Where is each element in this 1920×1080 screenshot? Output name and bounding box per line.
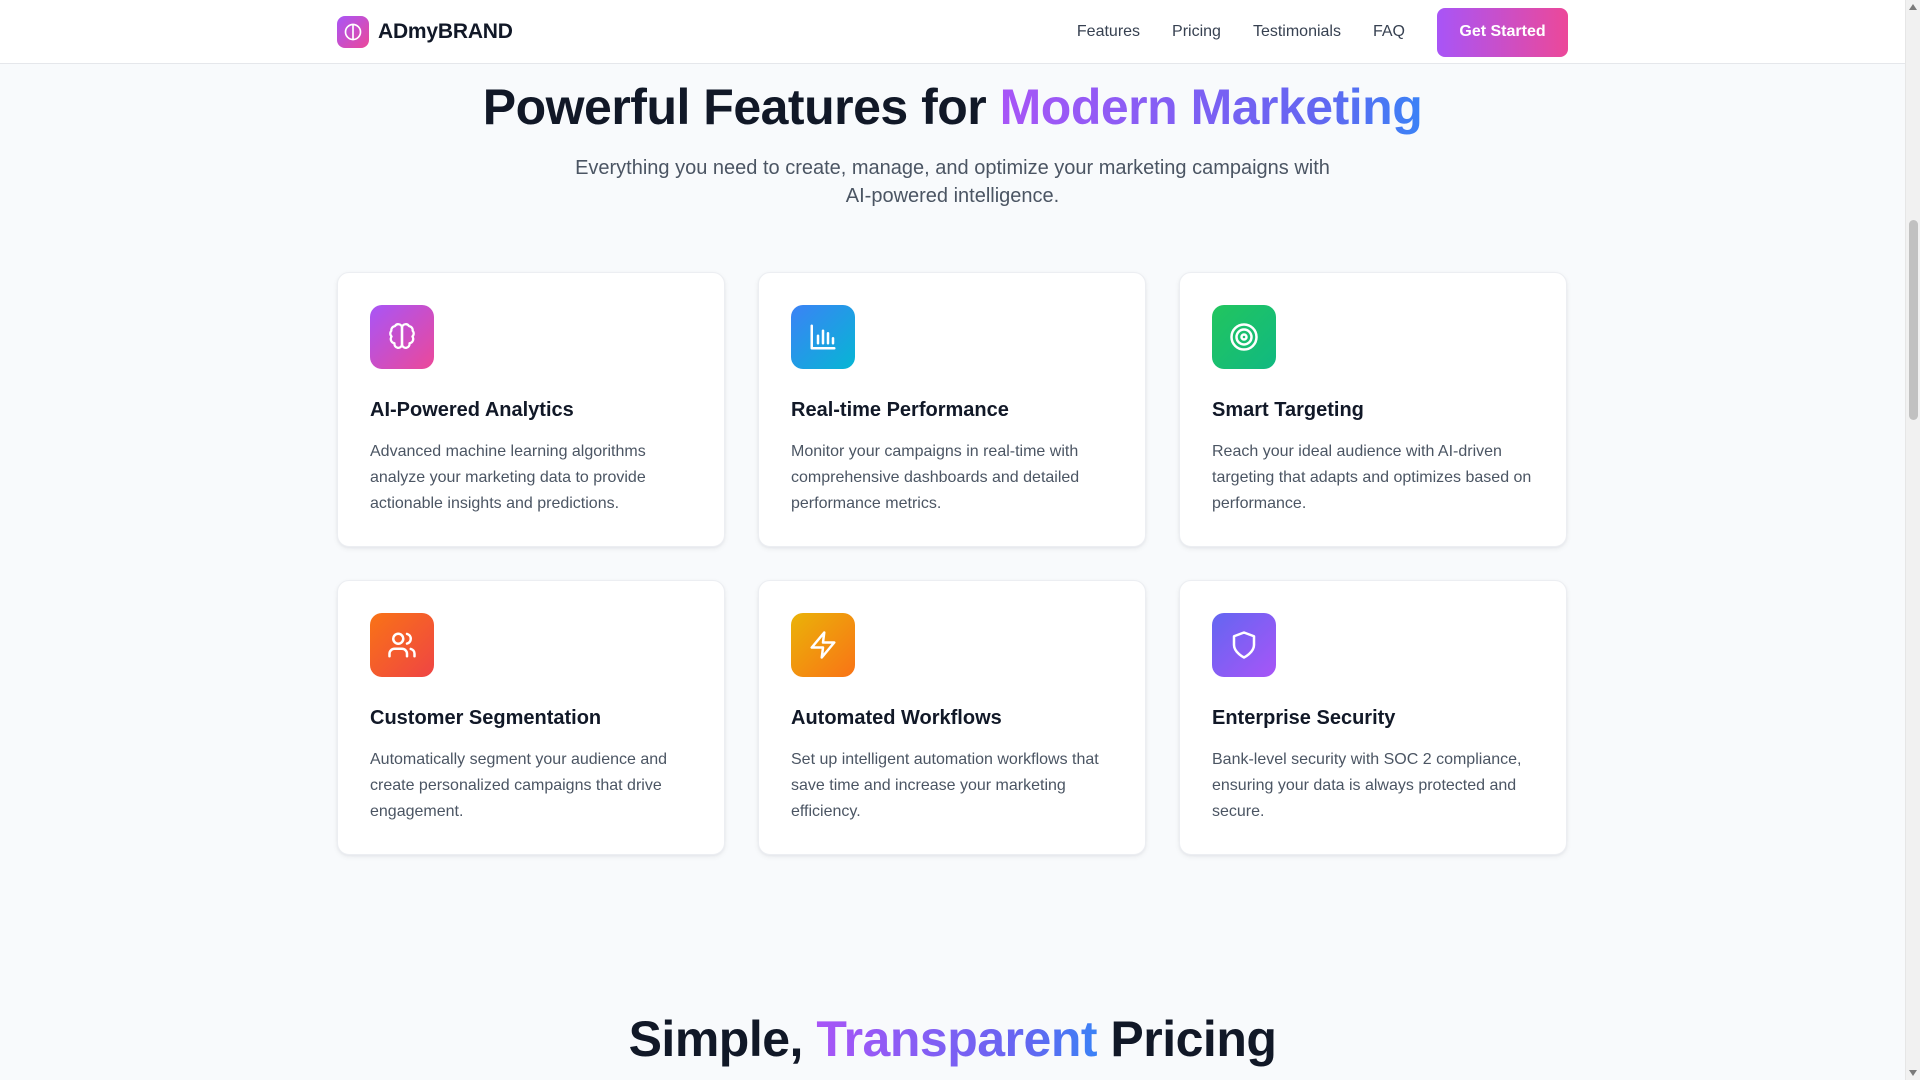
brand-name: ADmyBRAND <box>378 20 513 43</box>
feature-description: Automatically segment your audience and … <box>370 751 668 820</box>
lightning-icon <box>791 613 855 677</box>
nav-link-faq[interactable]: FAQ <box>1373 23 1405 41</box>
features-title-highlight: Modern Marketing <box>999 79 1423 135</box>
landing-page: ADmyBRAND Features Pricing Testimonials … <box>0 0 1905 1080</box>
navbar-inner: ADmyBRAND Features Pricing Testimonials … <box>337 0 1568 64</box>
nav-link-pricing[interactable]: Pricing <box>1172 23 1221 41</box>
feature-title: Customer Segmentation <box>370 707 602 729</box>
feature-description: Bank-level security with SOC 2 complianc… <box>1212 751 1522 820</box>
features-title-prefix: Powerful Features for <box>482 79 1000 135</box>
get-started-button[interactable]: Get Started <box>1437 7 1568 57</box>
scroll-down-icon[interactable] <box>1909 1070 1917 1076</box>
pricing-title-suffix: Pricing <box>1097 1011 1277 1067</box>
feature-card: Automated Workflows Set up intelligent a… <box>758 580 1146 855</box>
brain-icon <box>370 305 434 369</box>
feature-card: Real-time Performance Monitor your campa… <box>758 272 1146 547</box>
nav-links: Features Pricing Testimonials FAQ Get St… <box>1077 7 1568 57</box>
features-title: Powerful Features for Modern Marketing <box>0 78 1905 136</box>
navbar: ADmyBRAND Features Pricing Testimonials … <box>0 0 1905 64</box>
features-subtitle: Everything you need to create, manage, a… <box>0 154 1905 210</box>
feature-title: Real-time Performance <box>791 399 1009 421</box>
pricing-title-prefix: Simple, <box>628 1011 817 1067</box>
scrollbar-thumb[interactable] <box>1909 220 1918 420</box>
scroll-up-icon[interactable] <box>1909 4 1917 10</box>
page-scrollbar[interactable] <box>1905 0 1920 1080</box>
features-grid: AI-Powered Analytics Advanced machine le… <box>337 272 1568 855</box>
target-icon <box>1212 305 1276 369</box>
pricing-title-highlight: Transparent <box>816 1011 1098 1067</box>
brand[interactable]: ADmyBRAND <box>337 16 513 48</box>
brain-icon <box>337 16 369 48</box>
bar-chart-icon <box>791 305 855 369</box>
features-subtitle-line-2: AI-powered intelligence. <box>845 185 1060 207</box>
feature-description: Set up intelligent automation workflows … <box>791 751 1099 820</box>
feature-description: Advanced machine learning algorithms ana… <box>370 443 646 512</box>
feature-description: Monitor your campaigns in real-time with… <box>791 443 1080 512</box>
feature-card: Customer Segmentation Automatically segm… <box>337 580 725 855</box>
feature-card: Smart Targeting Reach your ideal audienc… <box>1179 272 1567 547</box>
pricing-title: Simple, Transparent Pricing <box>0 1010 1905 1068</box>
feature-title: Enterprise Security <box>1212 707 1396 729</box>
features-subtitle-line-1: Everything you need to create, manage, a… <box>575 157 1330 179</box>
feature-title: AI-Powered Analytics <box>370 399 574 421</box>
feature-card: Enterprise Security Bank-level security … <box>1179 580 1567 855</box>
feature-title: Smart Targeting <box>1212 399 1364 421</box>
feature-card: AI-Powered Analytics Advanced machine le… <box>337 272 725 547</box>
nav-link-features[interactable]: Features <box>1077 23 1140 41</box>
shield-icon <box>1212 613 1276 677</box>
feature-title: Automated Workflows <box>791 707 1002 729</box>
nav-link-testimonials[interactable]: Testimonials <box>1253 23 1341 41</box>
users-icon <box>370 613 434 677</box>
feature-description: Reach your ideal audience with AI-driven… <box>1212 443 1532 512</box>
